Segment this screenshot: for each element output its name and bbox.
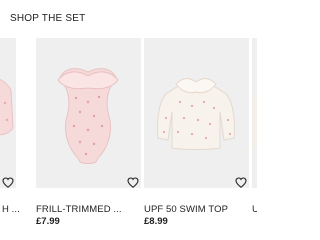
product-name[interactable]: FRILL-TRIMMED ...: [36, 204, 131, 215]
product-carousel[interactable]: ... H ... FRILL-TRIMMED ... £7.99: [0, 38, 257, 240]
product-card[interactable]: U: [252, 38, 257, 238]
product-image[interactable]: [144, 38, 249, 188]
product-card[interactable]: UPF 50 SWIM TOP £8.99: [144, 38, 249, 238]
product-price: £7.99: [36, 216, 60, 227]
wishlist-button[interactable]: [1, 176, 14, 189]
product-name[interactable]: U: [252, 204, 257, 215]
product-price: £8.99: [144, 216, 168, 227]
wishlist-button[interactable]: [126, 176, 139, 189]
product-image[interactable]: [0, 38, 16, 188]
heart-outline-icon: [1, 177, 14, 188]
heart-outline-icon: [234, 177, 247, 188]
product-card[interactable]: ... H ...: [0, 38, 20, 238]
product-card[interactable]: FRILL-TRIMMED ... £7.99: [36, 38, 141, 238]
section-title: SHOP THE SET: [10, 13, 86, 24]
wishlist-button[interactable]: [234, 176, 247, 189]
product-name[interactable]: UPF 50 SWIM TOP: [144, 204, 239, 215]
product-image[interactable]: [252, 38, 257, 188]
product-image[interactable]: [36, 38, 141, 188]
heart-outline-icon: [126, 177, 139, 188]
